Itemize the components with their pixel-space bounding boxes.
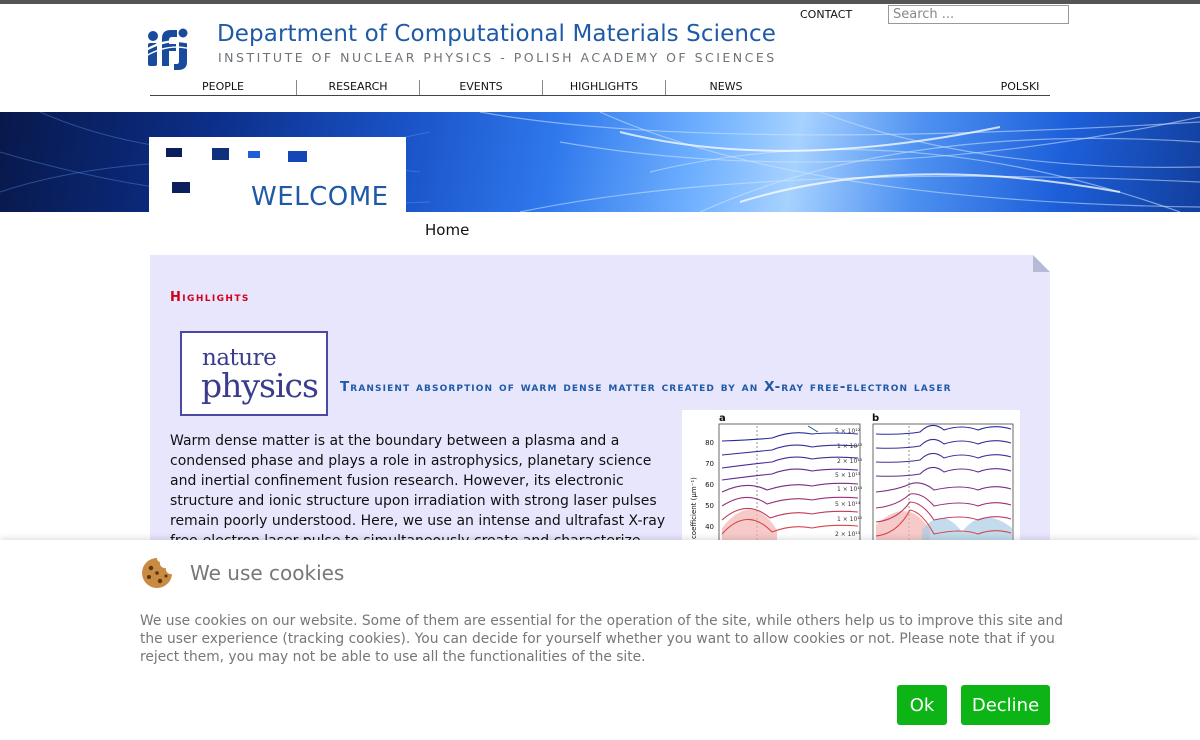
highlights-heading: Highlights: [170, 290, 250, 305]
figure-curve-label: 1 × 10¹³: [837, 443, 863, 450]
absorption-spectra-figure: a b on coefficient (µm⁻¹) 80 70 60 50 40: [690, 413, 1014, 550]
figure-curve-label: 5 × 10¹³: [835, 472, 861, 479]
site-subtitle: INSTITUTE OF NUCLEAR PHYSICS - POLISH AC…: [218, 50, 777, 65]
nature-physics-logo[interactable]: nature physics: [180, 331, 328, 416]
welcome-heading: WELCOME: [251, 182, 389, 212]
figure-y-tick: 60: [705, 481, 714, 489]
nav-item-events[interactable]: EVENTS: [420, 77, 542, 94]
decline-cookies-button[interactable]: Decline: [961, 685, 1050, 725]
page-fold-corner: [1033, 255, 1050, 272]
decor-square: [248, 151, 260, 158]
cookie-icon: [142, 558, 172, 588]
cookie-description: We use cookies on our website. Some of t…: [140, 613, 1064, 665]
figure-y-tick: 40: [705, 523, 714, 531]
decor-square: [166, 148, 182, 157]
logo-text-physics: physics: [201, 366, 319, 405]
figure-curve-label: 2 × 10¹⁵: [835, 531, 861, 538]
figure-arrow-icon: [807, 425, 819, 433]
figure-curve-label: 2 × 10¹³: [837, 458, 863, 465]
decor-square: [288, 151, 307, 162]
figure-curve-label: 1 × 10¹⁴: [837, 486, 863, 493]
figure-y-tick: 50: [705, 502, 714, 510]
figure-y-tick: 80: [705, 439, 714, 447]
accept-cookies-button[interactable]: Ok: [897, 685, 947, 725]
nav-item-people[interactable]: PEOPLE: [150, 77, 296, 94]
breadcrumb-home[interactable]: Home: [425, 221, 469, 239]
nav-item-research[interactable]: RESEARCH: [297, 77, 419, 94]
top-bar: [0, 0, 1200, 4]
figure-panel-label-a: a: [719, 413, 726, 424]
site-title[interactable]: Department of Computational Materials Sc…: [217, 21, 776, 47]
figure-curve-label: 1 × 10¹⁵: [837, 516, 863, 523]
search-input[interactable]: [888, 5, 1069, 24]
language-switch[interactable]: POLSKI: [970, 77, 1070, 94]
ifj-logo[interactable]: [145, 24, 195, 70]
figure-spectrum-curve: [875, 438, 1012, 449]
figure-curve-label: 5 × 10¹⁴: [835, 501, 861, 508]
article-figure[interactable]: a b on coefficient (µm⁻¹) 80 70 60 50 40: [682, 410, 1020, 550]
contact-link[interactable]: CONTACT: [800, 8, 852, 21]
figure-spectrum-curve: [875, 466, 1012, 477]
figure-panel-label-b: b: [872, 413, 879, 424]
decor-square: [172, 182, 190, 193]
article-title[interactable]: Transient absorption of warm dense matte…: [340, 379, 952, 395]
decor-square: [212, 148, 229, 160]
figure-spectrum-curve: [875, 452, 1012, 463]
main-nav: PEOPLE RESEARCH EVENTS HIGHLIGHTS NEWS P…: [150, 77, 1050, 96]
nav-item-highlights[interactable]: HIGHLIGHTS: [543, 77, 665, 94]
nav-item-news[interactable]: NEWS: [666, 77, 786, 94]
figure-spectrum-curve: [875, 424, 1012, 435]
figure-spectrum-curve: [875, 493, 1012, 509]
figure-spectrum-curve: [875, 482, 1012, 493]
cookie-title: We use cookies: [190, 561, 345, 585]
figure-y-tick: 70: [705, 460, 714, 468]
figure-curve-label: 5 × 10¹²: [835, 428, 861, 435]
